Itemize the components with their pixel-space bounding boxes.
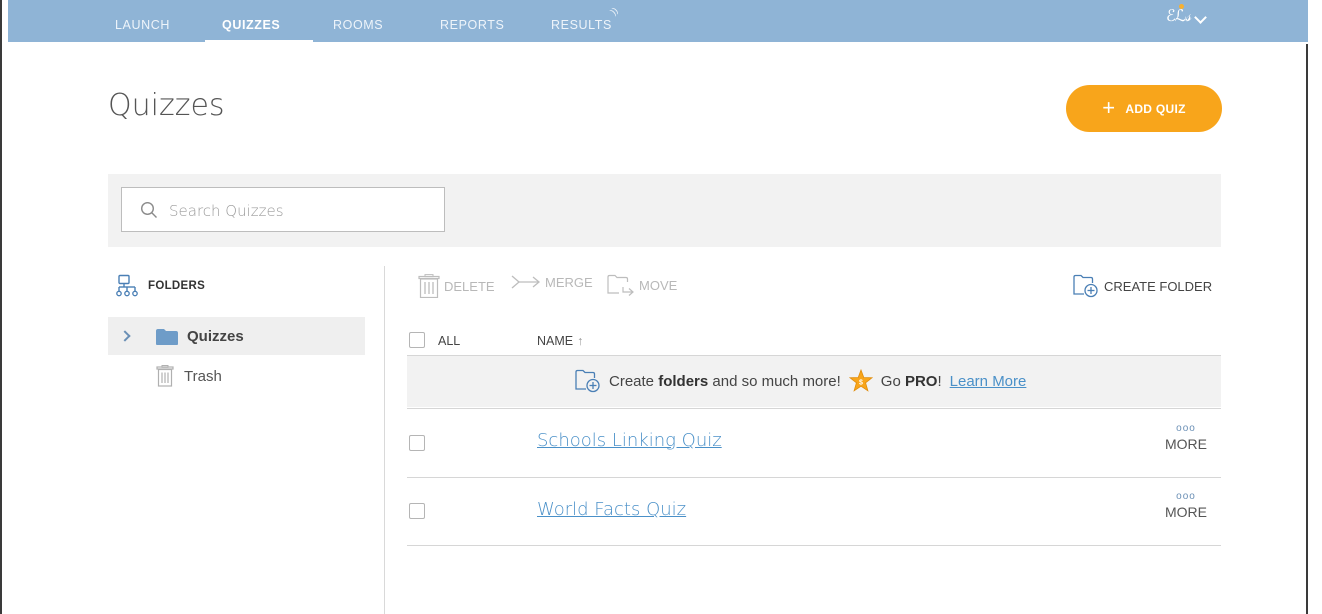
row-divider	[407, 408, 1221, 409]
search-input[interactable]	[167, 188, 441, 233]
sidebar-item-label: Trash	[184, 367, 222, 385]
pro-label: PRO	[904, 372, 938, 390]
search-icon	[140, 201, 157, 218]
folder-icon	[156, 329, 178, 345]
create-folder-label: CREATE FOLDER	[1104, 278, 1213, 294]
delete-label: DELETE	[444, 278, 495, 294]
select-all-checkbox[interactable]	[409, 332, 425, 348]
sidebar-item-quizzes[interactable]: Quizzes	[108, 317, 365, 355]
nav-tab-rooms[interactable]: ROOMS	[333, 0, 383, 42]
folders-label: FOLDERS	[148, 280, 206, 292]
go-suffix: !	[937, 372, 942, 390]
more-label: MORE	[1165, 436, 1207, 452]
name-column-header[interactable]: NAME ↑	[537, 334, 583, 348]
more-label: MORE	[1165, 504, 1207, 520]
row-checkbox[interactable]	[409, 503, 425, 519]
folders-heading: FOLDERS	[116, 274, 205, 298]
window-right-edge	[1306, 44, 1308, 614]
more-button[interactable]: ooo MORE	[1160, 423, 1212, 452]
window-left-edge	[0, 0, 2, 614]
svg-text:$: $	[859, 380, 863, 387]
more-button[interactable]: ooo MORE	[1160, 491, 1212, 520]
merge-icon	[511, 275, 541, 289]
pro-star-icon: $	[848, 369, 873, 392]
sidebar-item-trash[interactable]: Trash	[156, 365, 222, 387]
merge-button[interactable]: MERGE	[511, 274, 593, 290]
add-folder-icon	[1073, 274, 1098, 298]
add-quiz-label: ADD QUIZ	[1125, 101, 1186, 116]
name-column-label: NAME	[537, 334, 574, 348]
top-navigation-bar: LAUNCH QUIZZES ROOMS REPORTS RESULTS )) …	[8, 0, 1308, 42]
promo-text: Create folders and so much more!	[609, 373, 841, 390]
more-dots-icon: ooo	[1176, 423, 1196, 434]
move-label: MOVE	[639, 277, 678, 293]
quiz-name-link[interactable]: Schools Linking Quiz	[537, 430, 722, 451]
nav-tab-quizzes[interactable]: QUIZZES	[222, 0, 280, 42]
move-button[interactable]: MOVE	[607, 274, 677, 296]
trash-icon	[418, 274, 440, 298]
create-folder-button[interactable]: CREATE FOLDER	[1073, 274, 1212, 298]
sort-arrow-up-icon: ↑	[577, 334, 584, 348]
more-dots-icon: ooo	[1176, 491, 1196, 502]
delete-button[interactable]: DELETE	[418, 274, 495, 298]
pro-promo-banner: Create folders and so much more! $ Go PR…	[407, 356, 1221, 407]
row-checkbox[interactable]	[409, 435, 425, 451]
nav-tab-launch[interactable]: LAUNCH	[115, 0, 170, 42]
go-pro-text: Go PRO!	[881, 373, 942, 390]
page-title: Quizzes	[108, 88, 225, 123]
trash-icon	[156, 365, 174, 387]
merge-label: MERGE	[545, 274, 593, 290]
chevron-down-icon[interactable]	[1194, 11, 1207, 24]
row-divider	[407, 477, 1221, 478]
promo-prefix: Create	[609, 372, 659, 390]
panel-divider	[384, 266, 385, 614]
sidebar-item-label: Quizzes	[187, 328, 244, 345]
active-tab-indicator	[205, 40, 313, 42]
learn-more-link[interactable]: Learn More	[950, 373, 1027, 390]
promo-bold: folders	[658, 372, 709, 390]
folder-tree-icon	[116, 274, 138, 297]
account-logo[interactable]: ℰℒ𝓈	[1166, 6, 1191, 26]
plus-icon: +	[1102, 94, 1116, 120]
chevron-right-icon[interactable]	[119, 330, 131, 342]
promo-middle: and so much more!	[708, 372, 841, 390]
select-all-label: ALL	[438, 334, 461, 348]
nav-tab-results[interactable]: RESULTS	[551, 0, 612, 42]
row-divider	[407, 545, 1221, 546]
move-folder-icon	[607, 274, 634, 296]
go-prefix: Go	[880, 372, 905, 390]
add-quiz-button[interactable]: + ADD QUIZ	[1066, 85, 1222, 132]
search-box[interactable]	[121, 187, 445, 233]
nav-tab-reports[interactable]: REPORTS	[440, 0, 504, 42]
add-folder-icon	[575, 369, 600, 393]
notification-dot	[1179, 4, 1184, 9]
quiz-name-link[interactable]: World Facts Quiz	[537, 499, 686, 520]
